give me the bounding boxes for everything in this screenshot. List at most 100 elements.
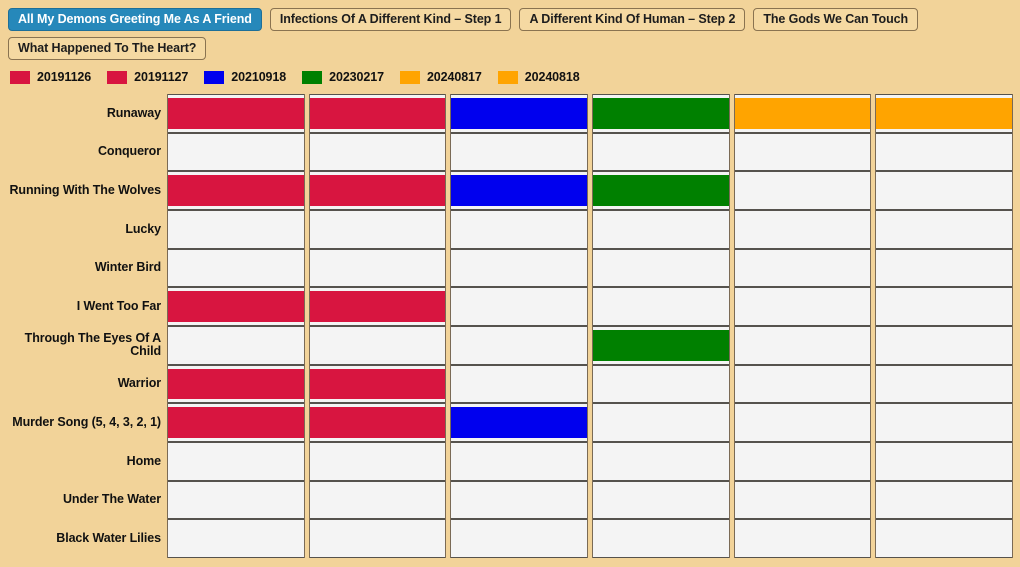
heatmap-cell[interactable] [734, 480, 871, 520]
heatmap-cell[interactable] [734, 94, 871, 133]
heatmap-cell[interactable] [593, 287, 729, 327]
heatmap-cell[interactable] [734, 326, 871, 365]
heatmap-cell-bar [309, 291, 446, 323]
tab-0[interactable]: All My Demons Greeting Me As A Friend [8, 8, 262, 31]
heatmap-cell[interactable] [309, 132, 446, 172]
heatmap-cell[interactable] [876, 364, 1013, 404]
heatmap-cell[interactable] [451, 480, 588, 520]
heatmap-cell[interactable] [734, 132, 871, 172]
heatmap-cell[interactable] [168, 480, 304, 520]
heatmap-cell[interactable] [168, 248, 304, 288]
heatmap-cell[interactable] [593, 364, 729, 404]
heatmap-cell[interactable] [734, 442, 871, 481]
heatmap-cell[interactable] [451, 171, 588, 211]
row-label-7: Warrior [117, 376, 161, 391]
heatmap-cell[interactable] [309, 94, 446, 133]
heatmap-cell-bar [876, 98, 1013, 129]
heatmap-cell[interactable] [593, 403, 729, 443]
heatmap-cell[interactable] [309, 442, 446, 481]
heatmap-cell[interactable] [876, 326, 1013, 365]
heatmap-cell[interactable] [734, 171, 871, 211]
heatmap-cell[interactable] [593, 442, 729, 481]
heatmap-cell[interactable] [734, 403, 871, 443]
heatmap-cell[interactable] [451, 519, 588, 559]
heatmap-cell[interactable] [734, 210, 871, 249]
heatmap-cell[interactable] [168, 403, 304, 443]
heatmap-cell[interactable] [168, 442, 304, 481]
legend-label: 20230217 [329, 70, 384, 84]
heatmap-cell[interactable] [593, 171, 729, 211]
heatmap-cell[interactable] [309, 210, 446, 249]
heatmap-cell[interactable] [309, 480, 446, 520]
heatmap-cell[interactable] [309, 403, 446, 443]
heatmap-cell[interactable] [876, 519, 1013, 559]
heatmap-cell[interactable] [451, 403, 588, 443]
heatmap-cell[interactable] [451, 326, 588, 365]
heatmap-cell-bar [309, 98, 446, 129]
legend-item-0[interactable]: 20191126 [10, 70, 91, 84]
heatmap-cell[interactable] [451, 287, 588, 327]
heatmap-cell[interactable] [734, 519, 871, 559]
heatmap-cell[interactable] [734, 364, 871, 404]
heatmap-cell[interactable] [593, 480, 729, 520]
heatmap-cell[interactable] [876, 94, 1013, 133]
heatmap-cell[interactable] [593, 132, 729, 172]
row-label-1: Conqueror [98, 144, 161, 159]
heatmap-cell[interactable] [451, 442, 588, 481]
legend-item-4[interactable]: 20240817 [399, 70, 482, 84]
heatmap-cell-bar [168, 291, 304, 323]
heatmap-cell-bar [593, 330, 729, 361]
heatmap-cell[interactable] [168, 287, 304, 327]
legend-item-3[interactable]: 20230217 [302, 70, 384, 84]
heatmap-cell[interactable] [309, 326, 446, 365]
heatmap-cell[interactable] [168, 210, 304, 249]
heatmap-cell[interactable] [451, 210, 588, 249]
heatmap-cell[interactable] [309, 364, 446, 404]
row-label-2: Running With The Wolves [9, 183, 161, 198]
heatmap-cell[interactable] [168, 364, 304, 404]
tab-2[interactable]: A Different Kind Of Human – Step 2 [519, 8, 746, 31]
tab-1[interactable]: Infections Of A Different Kind – Step 1 [269, 8, 512, 31]
heatmap-cell[interactable] [451, 364, 588, 404]
heatmap-cell-bar [451, 175, 588, 207]
legend-swatch-icon [204, 70, 225, 84]
tab-4[interactable]: What Happened To The Heart? [8, 37, 207, 60]
heatmap-cell[interactable] [593, 94, 729, 133]
heatmap-cell[interactable] [168, 519, 304, 559]
heatmap-cell[interactable] [593, 248, 729, 288]
legend-item-2[interactable]: 20210918 [204, 70, 286, 84]
heatmap-cell[interactable] [451, 94, 588, 133]
heatmap-cell[interactable] [168, 326, 304, 365]
heatmap-cell[interactable] [876, 403, 1013, 443]
heatmap-cell[interactable] [876, 171, 1013, 211]
heatmap-cell[interactable] [876, 287, 1013, 327]
heatmap-cell[interactable] [451, 248, 588, 288]
heatmap-cell[interactable] [734, 287, 871, 327]
legend-item-1[interactable]: 20191127 [107, 70, 188, 84]
heatmap-cell[interactable] [876, 210, 1013, 249]
heatmap-cell[interactable] [593, 210, 729, 249]
heatmap-cell[interactable] [876, 480, 1013, 520]
heatmap-cell[interactable] [309, 287, 446, 327]
tab-3[interactable]: The Gods We Can Touch [753, 8, 918, 31]
heatmap-cell[interactable] [876, 442, 1013, 481]
heatmap-cell[interactable] [876, 248, 1013, 288]
heatmap-column-2 [450, 94, 589, 559]
heatmap-cell[interactable] [309, 171, 446, 211]
legend-label: 20210918 [231, 70, 287, 84]
row-label-8: Murder Song (5, 4, 3, 2, 1) [12, 415, 161, 430]
legend-swatch-icon [497, 70, 518, 84]
heatmap-cell[interactable] [168, 94, 304, 133]
row-label-9: Home [126, 453, 161, 468]
heatmap-cell[interactable] [451, 132, 588, 172]
heatmap-cell[interactable] [876, 132, 1013, 172]
legend-item-5[interactable]: 20240818 [497, 70, 580, 84]
heatmap-cell[interactable] [593, 519, 729, 559]
heatmap-cell[interactable] [309, 519, 446, 559]
heatmap-cell[interactable] [168, 132, 304, 172]
row-label-0: Runaway [106, 105, 161, 120]
heatmap-cell[interactable] [168, 171, 304, 211]
heatmap-cell[interactable] [593, 326, 729, 365]
heatmap-cell[interactable] [309, 248, 446, 288]
heatmap-cell[interactable] [734, 248, 871, 288]
